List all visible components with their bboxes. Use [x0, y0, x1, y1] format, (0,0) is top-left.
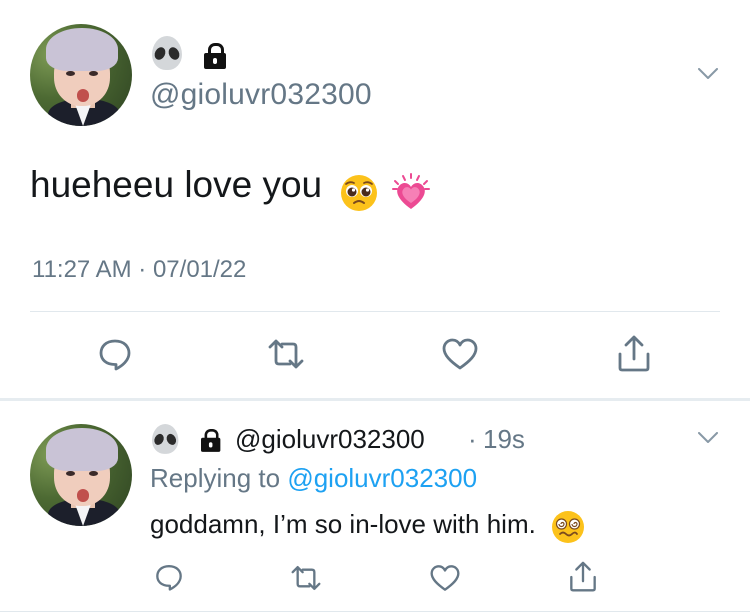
reply-icon [156, 565, 182, 591]
reply-text: goddamn, I’m so in-love with him. [150, 509, 536, 539]
reply-handle[interactable]: @gioluvr032300 [235, 424, 425, 455]
like-icon [442, 338, 478, 370]
retweet-icon [268, 339, 304, 369]
lock-icon [204, 43, 226, 69]
author-avatar[interactable] [30, 24, 132, 126]
like-icon [430, 565, 460, 591]
share-icon [618, 335, 650, 372]
share-button[interactable] [568, 560, 598, 594]
replying-prefix: Replying to [150, 463, 281, 493]
like-button[interactable] [428, 563, 462, 593]
author-handle[interactable]: @gioluvr032300 [150, 78, 372, 112]
reply-separator: · [468, 424, 477, 454]
replying-to: Replying to @gioluvr032300 [150, 463, 477, 494]
share-button[interactable] [616, 334, 652, 374]
pleading-face-emoji [340, 174, 377, 211]
growing-heart-emoji [392, 172, 431, 209]
replying-to-link[interactable]: @gioluvr032300 [287, 463, 477, 493]
tweet-timestamp[interactable]: 11:27 AM · 07/01/22 [32, 256, 246, 284]
share-icon [570, 561, 596, 592]
tweet-text: hueheeu love you [30, 164, 323, 205]
retweet-button[interactable] [266, 336, 306, 372]
reply-button[interactable] [97, 336, 133, 372]
divider [30, 311, 720, 312]
lock-icon [201, 429, 221, 452]
tweet-body: hueheeu love you [30, 164, 433, 215]
reply-time[interactable]: 19s [483, 424, 525, 455]
woozy-face-emoji [552, 510, 585, 543]
alien-emoji [152, 424, 179, 454]
retweet-icon [291, 566, 321, 590]
section-separator [0, 398, 750, 401]
reply-body: goddamn, I’m so in-love with him. [150, 509, 586, 545]
alien-emoji [152, 36, 182, 70]
bottom-divider [0, 611, 750, 612]
reply-icon [99, 339, 131, 371]
retweet-button[interactable] [289, 563, 323, 593]
like-button[interactable] [440, 336, 480, 372]
chevron-down-icon[interactable] [698, 68, 718, 80]
reply-button[interactable] [154, 562, 184, 592]
chevron-down-icon[interactable] [698, 432, 718, 444]
reply-avatar[interactable] [30, 424, 132, 526]
